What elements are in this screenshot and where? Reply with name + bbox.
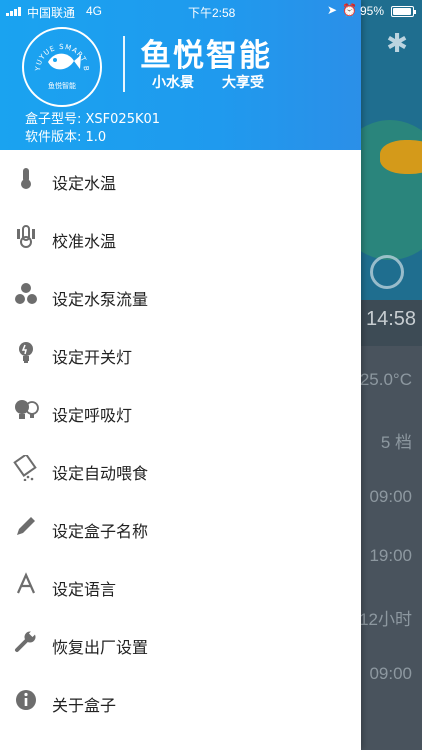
menu-label: 设定水温: [52, 174, 117, 193]
bulb-icon: [19, 342, 33, 363]
menu-item-factory-reset[interactable]: 恢复出厂设置: [0, 614, 361, 672]
menu-item-set-language[interactable]: 设定语言: [0, 556, 361, 614]
fan-icon: [15, 283, 37, 304]
menu-item-set-light-switch[interactable]: 设定开关灯: [0, 324, 361, 382]
menu-item-set-box-name[interactable]: 设定盒子名称: [0, 498, 361, 556]
current-time: 14:58: [366, 308, 417, 330]
signal-icon: [6, 6, 24, 16]
menu-item-calibrate-water-temp[interactable]: 校准水温: [0, 208, 361, 266]
value-pump-level: 5 档: [380, 433, 412, 452]
menu-item-set-breathing-light[interactable]: 设定呼吸灯: [0, 382, 361, 440]
language-icon: [16, 572, 36, 594]
menu-item-about-box[interactable]: 关于盒子: [0, 672, 361, 730]
value-duration: 12小时: [359, 610, 412, 629]
fish-shape: [380, 140, 422, 174]
value-light-on: 09:00: [369, 487, 412, 506]
feeder-icon: [13, 455, 37, 481]
value-feed-time: 09:00: [369, 664, 412, 683]
menu-label: 设定语言: [52, 580, 117, 599]
alarm-icon: ⏰: [342, 3, 357, 17]
carrier: 中国联通: [27, 6, 76, 20]
side-drawer: YUYUE SMART BOX 鱼悦智能 鱼悦智能 小水景 大享受 盒子型号: …: [0, 0, 361, 750]
network-type: 4G: [86, 4, 103, 18]
menu-label: 关于盒子: [52, 696, 117, 715]
menu-label: 设定呼吸灯: [52, 406, 133, 425]
status-time: 下午2:58: [188, 6, 236, 20]
location-arrow-icon: ➤: [327, 3, 338, 17]
slogan-left: 小水景: [152, 75, 194, 91]
software-version: 软件版本: 1.0: [25, 130, 107, 145]
info-icon: [16, 690, 36, 710]
bluetooth-icon[interactable]: ✱: [384, 28, 410, 60]
header-divider: [123, 36, 125, 92]
drawer-header: YUYUE SMART BOX 鱼悦智能 鱼悦智能 小水景 大享受 盒子型号: …: [0, 0, 361, 150]
menu-label: 设定开关灯: [52, 348, 133, 367]
slogan-right: 大享受: [222, 75, 264, 91]
brand-logo: YUYUE SMART BOX 鱼悦智能: [22, 27, 102, 107]
breathing-light-icon: [15, 400, 39, 419]
brand-title: 鱼悦智能: [140, 38, 272, 74]
value-light-off: 19:00: [369, 546, 412, 565]
menu-item-set-water-temp[interactable]: 设定水温: [0, 150, 361, 208]
menu-item-set-pump-flow[interactable]: 设定水泵流量: [0, 266, 361, 324]
menu-label: 恢复出厂设置: [52, 638, 149, 657]
wrench-icon: [15, 629, 37, 652]
box-model: 盒子型号: XSF025K01: [25, 112, 161, 127]
menu-label: 设定自动喂食: [52, 464, 149, 483]
thermometer-icon: [21, 168, 31, 189]
thermometer-calibrate-icon: [17, 225, 35, 248]
menu-label: 设定水泵流量: [52, 290, 149, 309]
menu-label: 设定盒子名称: [52, 522, 149, 541]
logo-cn-text: 鱼悦智能: [48, 82, 76, 90]
menu-item-set-auto-feed[interactable]: 设定自动喂食: [0, 440, 361, 498]
fish-icon: [48, 53, 81, 70]
value-water-temp: 25.0°C: [359, 370, 412, 389]
battery-icon: [391, 6, 416, 17]
eye-icon[interactable]: [370, 255, 404, 289]
status-bar: 中国联通 4G 下午2:58 ➤ ⏰ 95%: [0, 0, 422, 22]
pencil-icon: [17, 517, 35, 535]
menu-label: 校准水温: [52, 232, 117, 251]
battery-percent: 95%: [360, 4, 385, 18]
